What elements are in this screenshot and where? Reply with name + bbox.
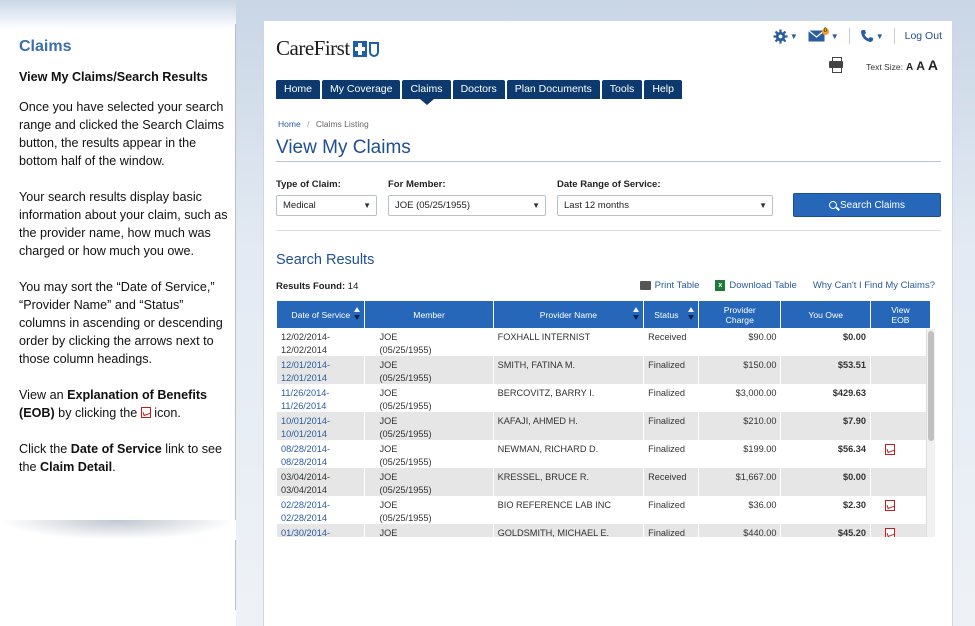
provider-name-cell: BERCOVITZ, BARRY I. [493,384,644,412]
sort-arrows-icon[interactable] [633,307,640,321]
claims-table: Date of Service Member Provider Name Sta… [276,301,931,537]
table-row: 08/28/2014- 08/28/2014 JOE (05/25/1955) NEWM… [277,440,930,468]
column-provider-name[interactable]: Provider Name [493,301,644,328]
pdf-icon[interactable] [884,500,895,511]
table-row: 11/26/2014- 11/26/2014 JOE (05/25/1955) BERC… [277,384,930,412]
status-cell: Finalized [644,384,699,412]
date-of-service-link[interactable]: 11/26/2014- 11/26/2014 [277,384,365,412]
table-row: 02/28/2014- 02/28/2014 JOE (05/25/1955) BIO … [277,496,930,524]
provider-charge-cell: $36.00 [699,496,781,524]
member-cell: JOE(05/25/1955) [365,440,493,468]
help-panel: Claims View My Claims/Search Results Onc… [0,0,236,626]
help-paragraph-3: You may sort the “Date of Service,” “Pro… [19,280,223,366]
member-cell: JOE(05/25/1955) [365,384,493,412]
status-cell: Received [644,468,699,496]
view-eob-cell [870,412,930,440]
table-row: 12/01/2014- 12/01/2014 JOE (05/25/1955) SMIT… [277,356,930,384]
view-eob-cell [870,468,930,496]
provider-name-cell: FOXHALL INTERNIST [493,328,644,356]
date-of-service-link[interactable]: 10/01/2014- 10/01/2014 [277,412,365,440]
provider-name-cell: GOLDSMITH, MICHAEL E. [493,524,644,537]
table-row: 03/04/2014- 03/04/2014 JOE (05/25/1955) KRES… [277,468,930,496]
provider-name-cell: SMITH, FATINA M. [493,356,644,384]
you-owe-cell: $56.34 [781,440,870,468]
table-scrollbar[interactable] [926,329,935,537]
you-owe-cell: $53.51 [781,356,870,384]
date-of-service-link[interactable]: 12/01/2014- 12/01/2014 [277,356,365,384]
status-cell: Received [644,328,699,356]
scrollbar-thumb[interactable] [928,331,934,441]
sort-arrows-icon[interactable] [354,307,361,321]
provider-charge-cell: $150.00 [699,356,781,384]
help-top-shade [0,0,236,30]
claims-table-viewport: Date of Service Member Provider Name Sta… [264,21,954,537]
status-cell: Finalized [644,356,699,384]
date-of-service-link[interactable]: 08/28/2014- 08/28/2014 [277,440,365,468]
pdf-icon[interactable] [884,528,895,537]
help-paragraph-2: Your search results display basic inform… [19,190,228,258]
help-paragraph-4: View an Explanation of Benefits (EOB) by… [19,388,208,420]
help-bottom-shade [0,520,236,540]
provider-charge-cell: $90.00 [699,328,781,356]
help-paragraph-5: Click the Date of Service link to see th… [19,442,222,474]
provider-name-cell: KRESSEL, BRUCE R. [493,468,644,496]
status-cell: Finalized [644,524,699,537]
table-row: 01/30/2014-01/30/2014JOE(05/25/1955)GOLD… [277,524,930,537]
column-you-owe: You Owe [781,301,870,328]
provider-charge-cell: $440.00 [699,524,781,537]
help-paragraph-1: Once you have selected your search range… [19,100,225,168]
pdf-icon [140,405,151,418]
date-of-service: 12/02/2014- 12/02/2014 [277,328,365,356]
you-owe-cell: $45.20 [781,524,870,537]
you-owe-cell: $429.63 [781,384,870,412]
table-row: 10/01/2014- 10/01/2014 JOE (05/25/1955) KAFA… [277,412,930,440]
member-cell: JOE(05/25/1955) [365,496,493,524]
status-cell: Finalized [644,412,699,440]
status-cell: Finalized [644,440,699,468]
you-owe-cell: $2.30 [781,496,870,524]
carefirst-app-window: CareFirst ▼ 0 ▼ ▼ Log Out Text Size: A A… [263,20,953,626]
provider-charge-cell: $3,000.00 [699,384,781,412]
table-row: 12/02/2014- 12/02/2014 JOE (05/25/1955) FOXH… [277,328,930,356]
column-member: Member [365,301,493,328]
pdf-icon[interactable] [884,444,895,455]
view-eob-cell [870,356,930,384]
provider-name-cell: KAFAJI, AHMED H. [493,412,644,440]
view-eob-cell[interactable] [870,524,930,537]
date-of-service: 03/04/2014- 03/04/2014 [277,468,365,496]
view-eob-cell [870,384,930,412]
column-status[interactable]: Status [644,301,699,328]
column-provider-charge: Provider Charge [699,301,781,328]
date-of-service-link[interactable]: 02/28/2014- 02/28/2014 [277,496,365,524]
you-owe-cell: $7.90 [781,412,870,440]
column-view-eob: View EOB [870,301,930,328]
view-eob-cell[interactable] [870,496,930,524]
provider-charge-cell: $199.00 [699,440,781,468]
provider-charge-cell: $1,667.00 [699,468,781,496]
help-title: Claims [19,38,72,55]
provider-charge-cell: $210.00 [699,412,781,440]
view-eob-cell [870,328,930,356]
help-subtitle: View My Claims/Search Results [19,70,208,84]
member-cell: JOE(05/25/1955) [365,468,493,496]
status-cell: Finalized [644,496,699,524]
provider-name-cell: BIO REFERENCE LAB INC [493,496,644,524]
you-owe-cell: $0.00 [781,468,870,496]
provider-name-cell: NEWMAN, RICHARD D. [493,440,644,468]
date-of-service-link[interactable]: 01/30/2014-01/30/2014 [277,524,365,537]
column-date-of-service[interactable]: Date of Service [277,301,365,328]
member-cell: JOE(05/25/1955) [365,524,493,537]
you-owe-cell: $0.00 [781,328,870,356]
member-cell: JOE(05/25/1955) [365,328,493,356]
member-cell: JOE(05/25/1955) [365,412,493,440]
view-eob-cell[interactable] [870,440,930,468]
sort-arrows-icon[interactable] [688,307,695,321]
member-cell: JOE(05/25/1955) [365,356,493,384]
